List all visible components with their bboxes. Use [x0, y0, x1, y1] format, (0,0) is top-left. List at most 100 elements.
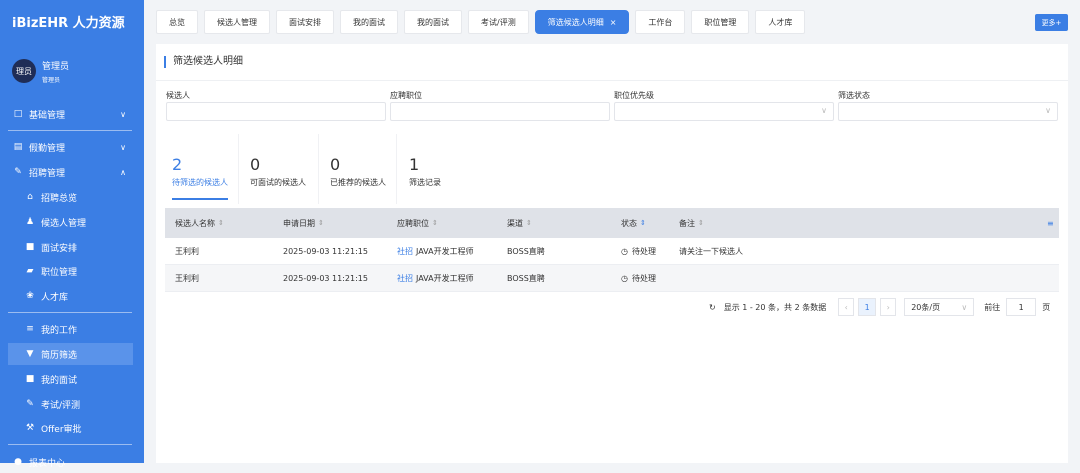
page-size-value: 20条/页	[911, 302, 941, 312]
tab-positions[interactable]: 职位管理	[691, 10, 750, 34]
status-select[interactable]: ∨	[838, 102, 1058, 121]
divider	[8, 444, 132, 445]
tab-screening-detail[interactable]: 筛选候选人明细 ×	[534, 10, 630, 34]
stat-interviewable[interactable]: 0 可面试的候选人	[250, 156, 306, 196]
tab-label: 筛选候选人明细	[547, 17, 604, 27]
sidebar-item-my-interviews[interactable]: ■ 我的面试	[0, 368, 144, 390]
more-tabs-button[interactable]: 更多+	[1035, 14, 1068, 31]
stat-number: 0	[250, 155, 261, 174]
tab-bar: 总览 候选人管理 面试安排 我的面试 我的面试 考试/评测 筛选候选人明细 × 工…	[156, 10, 806, 34]
pagination-summary: 显示 1 - 20 条，共 2 条数据	[723, 302, 827, 312]
column-header-status[interactable]: 状态 ⇕	[621, 208, 646, 238]
next-page-button[interactable]: ›	[880, 298, 897, 316]
refresh-icon[interactable]: ↻	[709, 303, 716, 312]
sidebar-item-candidates[interactable]: ♟ 候选人管理	[0, 211, 144, 233]
tab-candidates[interactable]: 候选人管理	[204, 10, 270, 34]
sidebar-item-reports[interactable]: ● 报表中心	[0, 451, 144, 473]
home-icon: ⌂	[27, 192, 33, 202]
position-tag[interactable]: 社招	[397, 273, 413, 284]
cell-status: ◷ 待处理	[621, 238, 656, 264]
column-header-channel[interactable]: 渠道 ⇕	[507, 208, 532, 238]
sidebar-item-label: 简历筛选	[41, 350, 78, 361]
cell-date: 2025-09-03 11:21:15	[283, 273, 368, 283]
calendar-icon: ▤	[13, 142, 23, 152]
cell-channel: BOSS直聘	[507, 246, 545, 256]
sidebar-item-talent-pool[interactable]: ❀ 人才库	[0, 285, 144, 307]
sidebar-item-offer-approval[interactable]: ⚒ Offer审批	[0, 417, 144, 439]
sidebar-item-label: 面试安排	[41, 243, 78, 254]
user-name: 管理员	[42, 62, 70, 72]
sidebar-item-recruit-overview[interactable]: ⌂ 招聘总览	[0, 186, 144, 208]
column-header-position[interactable]: 应聘职位 ⇕	[397, 208, 438, 238]
tab-interview-schedule[interactable]: 面试安排	[276, 10, 334, 34]
id-card-icon: □	[13, 109, 23, 119]
sidebar-item-exams[interactable]: ✎ 考试/评测	[0, 393, 144, 415]
header-label: 渠道	[507, 218, 523, 228]
clock-icon: ◷	[621, 246, 628, 256]
sidebar-item-basic[interactable]: □ 基础管理 ∨	[0, 103, 144, 125]
sidebar-item-label: Offer审批	[41, 424, 82, 435]
tab-my-interviews-2[interactable]: 我的面试	[404, 10, 462, 34]
filter-label: 筛选状态	[838, 91, 870, 100]
stat-label: 已推荐的候选人	[330, 178, 386, 187]
pencil-icon: ✎	[26, 399, 34, 409]
chevron-up-icon: ∧	[120, 167, 126, 177]
stat-recommended[interactable]: 0 已推荐的候选人	[330, 156, 386, 196]
status-text: 待处理	[631, 273, 656, 283]
table-row[interactable]: 王利利 2025-09-03 11:21:15 社招 JAVA开发工程师 BOSS…	[165, 238, 1059, 265]
sidebar-item-recruitment[interactable]: ✎ 招聘管理 ∧	[0, 161, 144, 183]
position-tag[interactable]: 社招	[397, 246, 413, 257]
cell-note: 请关注一下候选人	[679, 246, 743, 256]
tab-talent-pool[interactable]: 人才库	[755, 10, 806, 34]
stat-records[interactable]: 1 筛选记录	[409, 156, 441, 196]
position-name: JAVA开发工程师	[416, 273, 474, 283]
tab-overview[interactable]: 总览	[156, 10, 198, 34]
column-header-date[interactable]: 申请日期 ⇕	[283, 208, 324, 238]
sidebar-item-label: 招聘管理	[29, 168, 66, 179]
sidebar-item-label: 人才库	[41, 292, 69, 303]
position-input[interactable]	[390, 102, 610, 121]
column-settings-icon[interactable]: ≡	[1047, 208, 1054, 238]
gavel-icon: ⚒	[25, 423, 35, 433]
sidebar-item-my-work[interactable]: ≡ 我的工作	[0, 318, 144, 340]
priority-select[interactable]: ∨	[614, 102, 834, 121]
sidebar-item-label: 职位管理	[41, 267, 78, 278]
header-label: 申请日期	[283, 218, 315, 228]
page-1-button[interactable]: 1	[858, 298, 877, 316]
list-icon: ≡	[26, 324, 34, 334]
sidebar-item-label: 我的面试	[41, 375, 78, 386]
page-unit-label: 页	[1042, 302, 1051, 312]
mail-icon: ■	[25, 242, 35, 252]
column-header-note[interactable]: 备注 ⇕	[679, 208, 704, 238]
header-label: 备注	[679, 218, 695, 228]
sidebar-item-interview-schedule[interactable]: ■ 面试安排	[0, 236, 144, 258]
sidebar-item-resume-screening[interactable]: ▼ 简历筛选	[8, 343, 133, 365]
avatar[interactable]: 理员	[12, 59, 36, 83]
table-row[interactable]: 王利利 2025-09-03 11:21:15 社招 JAVA开发工程师 BOSS…	[165, 265, 1059, 292]
divider	[238, 134, 239, 204]
sidebar-item-label: 招聘总览	[41, 193, 78, 204]
cell-position: 社招 JAVA开发工程师	[397, 265, 474, 291]
calendar-icon: ■	[25, 374, 35, 384]
stat-pending[interactable]: 2 待筛选的候选人	[172, 156, 228, 200]
prev-page-button[interactable]: ‹	[838, 298, 855, 316]
sidebar-item-attendance[interactable]: ▤ 假勤管理 ∨	[0, 136, 144, 158]
column-header-name[interactable]: 候选人名称 ⇕	[175, 208, 224, 238]
goto-page-input[interactable]: 1	[1006, 298, 1037, 316]
tab-exams[interactable]: 考试/评测	[468, 10, 529, 34]
sidebar-item-label: 我的工作	[41, 325, 78, 336]
close-icon[interactable]: ×	[610, 18, 617, 27]
sidebar-item-positions[interactable]: ▰ 职位管理	[0, 260, 144, 282]
sort-icon: ⇕	[698, 219, 704, 227]
tab-my-interviews[interactable]: 我的面试	[340, 10, 398, 34]
cell-name: 王利利	[175, 273, 199, 283]
stat-number: 1	[409, 155, 420, 174]
divider	[156, 80, 1068, 81]
page-size-select[interactable]: 20条/页 ∨	[904, 298, 975, 316]
header-label: 应聘职位	[397, 218, 429, 228]
sort-icon: ⇕	[640, 219, 646, 227]
brand-logo: iBizEHR 人力资源	[12, 16, 125, 31]
main-card: 筛选候选人明细 候选人 应聘职位 职位优先级 ∨ 筛选状态 ∨ 2 待筛选的候选人…	[156, 44, 1068, 463]
tab-workbench[interactable]: 工作台	[635, 10, 686, 34]
candidate-input[interactable]	[166, 102, 386, 121]
